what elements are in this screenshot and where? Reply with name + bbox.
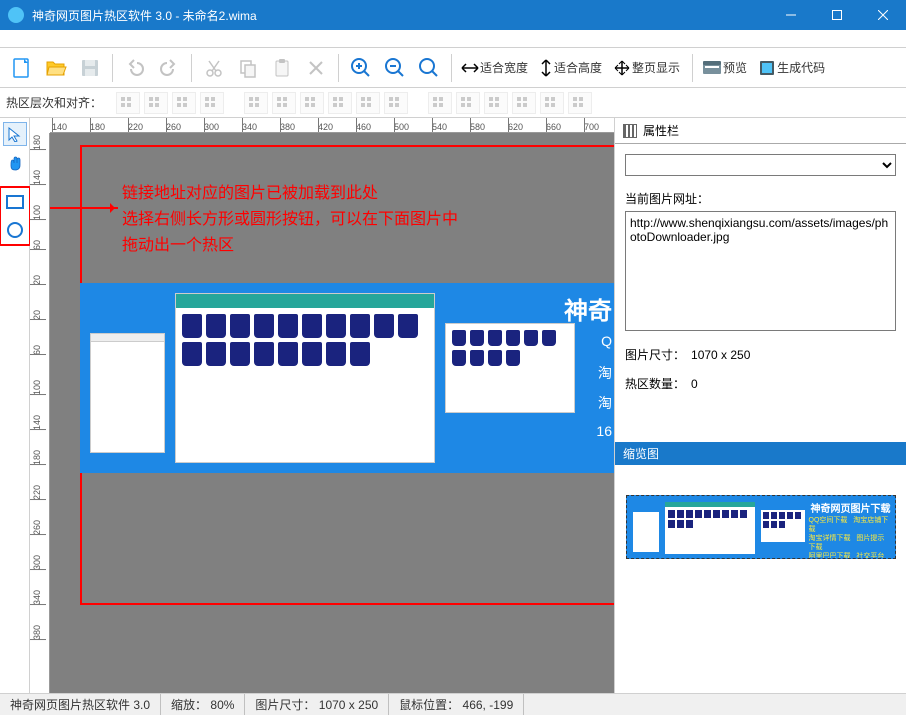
fit-width-button[interactable]: 适合宽度 — [458, 52, 534, 84]
align-btn-11[interactable] — [428, 92, 452, 114]
align-btn-4[interactable] — [200, 92, 224, 114]
hand-tool[interactable] — [3, 152, 27, 176]
align-btn-6[interactable] — [272, 92, 296, 114]
align-label: 热区层次和对齐： — [6, 94, 102, 111]
paste-button[interactable] — [266, 52, 298, 84]
arrow-annotation — [50, 207, 118, 209]
horizontal-ruler: 1401802202603003403804204605005405806206… — [50, 118, 614, 133]
align-btn-16[interactable] — [568, 92, 592, 114]
titlebar: 神奇网页图片热区软件 3.0 - 未命名2.wima — [0, 0, 906, 30]
hotspot-selector[interactable] — [625, 154, 896, 176]
tool-palette — [0, 118, 30, 693]
cut-button[interactable] — [198, 52, 230, 84]
banner-sub-3: 淘 — [598, 393, 612, 413]
thumbnail-header: 缩览图 — [615, 442, 906, 465]
align-btn-1[interactable] — [116, 92, 140, 114]
zoom-out-button[interactable] — [379, 52, 411, 84]
properties-body: 当前图片网址： 图片尺寸： 1070 x 250 热区数量： 0 — [615, 144, 906, 402]
generate-label: 生成代码 — [777, 59, 825, 76]
properties-tab[interactable]: 属性栏 — [615, 118, 906, 144]
status-pos: 鼠标位置： 466, -199 — [389, 694, 524, 715]
align-btn-7[interactable] — [300, 92, 324, 114]
properties-icon — [623, 124, 637, 138]
preview-label: 预览 — [723, 59, 747, 76]
canvas-area: 1401802202603003403804204605005405806206… — [30, 118, 614, 693]
preview-button[interactable]: 预览 — [699, 52, 753, 84]
maximize-button[interactable] — [814, 0, 860, 30]
close-button[interactable] — [860, 0, 906, 30]
align-btn-10[interactable] — [384, 92, 408, 114]
open-button[interactable] — [40, 52, 72, 84]
save-button[interactable] — [74, 52, 106, 84]
pointer-tool[interactable] — [3, 122, 27, 146]
status-app: 神奇网页图片热区软件 3.0 — [0, 694, 161, 715]
statusbar: 神奇网页图片热区软件 3.0 缩放： 80% 图片尺寸： 1070 x 250 … — [0, 693, 906, 715]
align-btn-15[interactable] — [540, 92, 564, 114]
url-field[interactable] — [625, 211, 896, 331]
viewport[interactable]: 链接地址对应的图片已被加载到此处 选择右侧长方形或圆形按钮，可以在下面图片中 拖… — [50, 133, 614, 693]
align-btn-3[interactable] — [172, 92, 196, 114]
status-size: 图片尺寸： 1070 x 250 — [245, 694, 389, 715]
fit-height-label: 适合高度 — [554, 59, 602, 76]
main-toolbar: 适合宽度 适合高度 整页显示 预览 生成代码 — [0, 48, 906, 88]
generate-button[interactable]: 生成代码 — [755, 52, 831, 84]
align-btn-8[interactable] — [328, 92, 352, 114]
align-btn-14[interactable] — [512, 92, 536, 114]
undo-button[interactable] — [119, 52, 151, 84]
align-btn-9[interactable] — [356, 92, 380, 114]
minimize-button[interactable] — [768, 0, 814, 30]
side-panel: 属性栏 当前图片网址： 图片尺寸： 1070 x 250 热区数量： 0 缩览图 神… — [614, 118, 906, 693]
zoom-in-button[interactable] — [345, 52, 377, 84]
banner-sub-2: 淘 — [598, 363, 612, 383]
app-icon — [8, 7, 24, 23]
fit-height-button[interactable]: 适合高度 — [536, 52, 608, 84]
image-size-label: 图片尺寸： — [625, 348, 685, 362]
thumbnail-image[interactable]: 神奇网页图片下载 QQ空间下载 淘宝店铺下载淘宝详情下载 图片提示下载阿里巴巴下… — [626, 495, 896, 559]
fit-page-label: 整页显示 — [632, 59, 680, 76]
status-zoom: 缩放： 80% — [161, 694, 245, 715]
hotspot-count-value: 0 — [691, 377, 698, 391]
delete-button[interactable] — [300, 52, 332, 84]
image-size-value: 1070 x 250 — [691, 348, 750, 362]
rectangle-tool[interactable] — [3, 190, 27, 214]
align-btn-2[interactable] — [144, 92, 168, 114]
zoom-reset-button[interactable] — [413, 52, 445, 84]
new-button[interactable] — [6, 52, 38, 84]
shape-tool-group — [0, 186, 31, 246]
thumbnail-body: 神奇网页图片下载 QQ空间下载 淘宝店铺下载淘宝详情下载 图片提示下载阿里巴巴下… — [615, 465, 906, 693]
align-toolbar: 热区层次和对齐： — [0, 88, 906, 118]
ellipse-tool[interactable] — [3, 218, 27, 242]
align-btn-5[interactable] — [244, 92, 268, 114]
workarea: 1401802202603003403804204605005405806206… — [0, 118, 906, 693]
redo-button[interactable] — [153, 52, 185, 84]
properties-tab-label: 属性栏 — [643, 122, 679, 139]
loaded-image[interactable]: 神奇 Q 淘 淘 16 — [80, 283, 614, 473]
banner-sub-1: Q — [601, 333, 612, 349]
instruction-line-1: 链接地址对应的图片已被加载到此处 — [122, 181, 458, 207]
copy-button[interactable] — [232, 52, 264, 84]
menubar — [0, 30, 906, 48]
instruction-line-2: 选择右侧长方形或圆形按钮，可以在下面图片中 — [122, 207, 458, 233]
thumb-banner-sub: QQ空间下载 淘宝店铺下载淘宝详情下载 图片提示下载阿里巴巴下载 社交平台下载 — [809, 516, 891, 559]
banner-text-main: 神奇 — [564, 291, 612, 326]
align-btn-12[interactable] — [456, 92, 480, 114]
window-title: 神奇网页图片热区软件 3.0 - 未命名2.wima — [32, 7, 768, 24]
instruction-text: 链接地址对应的图片已被加载到此处 选择右侧长方形或圆形按钮，可以在下面图片中 拖… — [122, 181, 458, 259]
align-btn-13[interactable] — [484, 92, 508, 114]
hotspot-count-label: 热区数量： — [625, 377, 685, 391]
thumb-banner-text: 神奇网页图片下载 — [811, 500, 891, 515]
fit-page-button[interactable]: 整页显示 — [610, 52, 686, 84]
instruction-line-3: 拖动出一个热区 — [122, 233, 458, 259]
banner-sub-4: 16 — [596, 423, 612, 439]
fit-width-label: 适合宽度 — [480, 59, 528, 76]
vertical-ruler: 1801401006020206010014018022026030034038… — [30, 133, 50, 693]
url-label: 当前图片网址： — [625, 190, 896, 207]
